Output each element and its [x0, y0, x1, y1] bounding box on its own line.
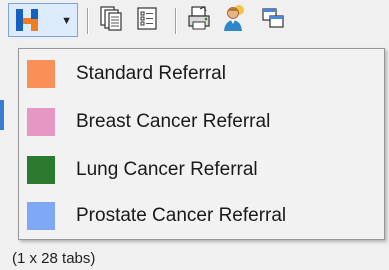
background-window-edge	[0, 100, 4, 130]
menu-item-label: Prostate Cancer Referral	[76, 205, 287, 226]
menu-item-label: Standard Referral	[76, 63, 226, 84]
documents-icon	[99, 5, 123, 36]
menu-item-prostate-cancer-referral[interactable]: Prostate Cancer Referral	[21, 194, 382, 238]
menu-item-standard-referral[interactable]: Standard Referral	[21, 52, 382, 96]
windows-button[interactable]	[258, 3, 288, 37]
standard-referral-color-swatch	[27, 60, 55, 88]
prostate-cancer-referral-color-swatch	[27, 202, 55, 230]
checklist-icon	[136, 5, 158, 36]
printer-button[interactable]	[184, 3, 214, 37]
user-icon	[222, 4, 250, 37]
menu-item-lung-cancer-referral[interactable]: Lung Cancer Referral	[21, 148, 382, 192]
toolbar-separator	[87, 8, 88, 34]
menu-item-label: Lung Cancer Referral	[76, 159, 258, 180]
user-button[interactable]	[220, 3, 252, 37]
checklist-button[interactable]	[133, 3, 161, 37]
chevron-down-icon[interactable]: ▼	[61, 15, 72, 27]
lung-cancer-referral-color-swatch	[27, 156, 55, 184]
referral-split-button[interactable]: ▼	[8, 3, 78, 37]
toolbar: ▼	[0, 0, 389, 40]
breast-cancer-referral-color-swatch	[27, 108, 55, 136]
toolbar-separator	[175, 8, 176, 34]
tab-count-status: (1 x 28 tabs)	[12, 250, 96, 267]
menu-item-label: Breast Cancer Referral	[76, 111, 271, 132]
documents-button[interactable]	[96, 3, 126, 37]
windows-icon	[261, 6, 285, 35]
referral-split-icon	[15, 7, 41, 33]
printer-icon	[186, 5, 212, 36]
menu-item-breast-cancer-referral[interactable]: Breast Cancer Referral	[21, 100, 382, 144]
referral-dropdown-menu: Standard Referral Breast Cancer Referral…	[18, 48, 385, 240]
